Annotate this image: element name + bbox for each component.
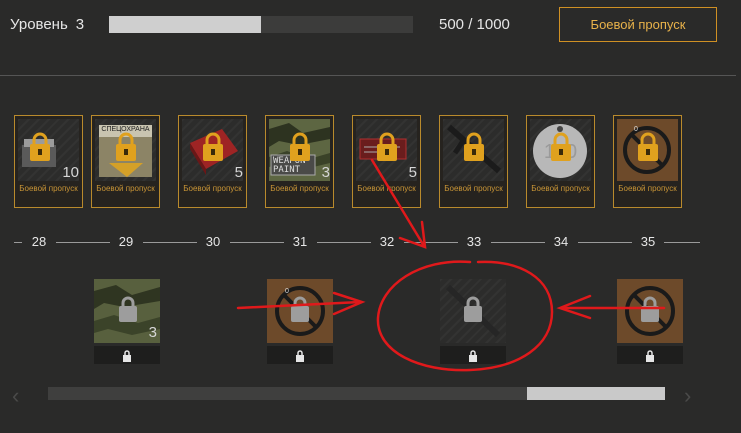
annotation-arrow-top xyxy=(370,158,426,248)
annotation-circle xyxy=(376,260,554,372)
red-annotations xyxy=(236,158,666,372)
annotation-arrow-left xyxy=(236,300,362,310)
